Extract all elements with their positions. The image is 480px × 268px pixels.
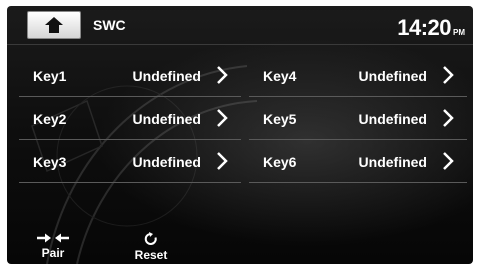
chevron-right-icon (217, 109, 228, 127)
key-row-2[interactable]: Key2 Undefined (19, 97, 241, 140)
pair-label: Pair (41, 246, 65, 260)
key-row-3[interactable]: Key3 Undefined (19, 140, 241, 183)
reset-icon (144, 232, 157, 245)
reset-button[interactable]: Reset (121, 232, 181, 262)
key-value: Undefined (358, 111, 427, 127)
pair-arrows-icon (37, 233, 69, 243)
key-row-1[interactable]: Key1 Undefined (19, 54, 241, 97)
key-label: Key2 (33, 111, 67, 127)
clock-ampm: PM (453, 28, 465, 37)
key-value: Undefined (358, 68, 427, 84)
key-label: Key4 (263, 68, 297, 84)
key-label: Key3 (33, 154, 67, 170)
key-row-4[interactable]: Key4 Undefined (249, 54, 467, 97)
clock: 14:20 PM (397, 15, 465, 41)
key-label: Key6 (263, 154, 297, 170)
swc-screen: SWC 14:20 PM Key1 Undefined Key2 Undefine… (7, 6, 473, 264)
key-row-6[interactable]: Key6 Undefined (249, 140, 467, 183)
key-value: Undefined (132, 154, 201, 170)
key-value: Undefined (358, 154, 427, 170)
clock-time: 14:20 (397, 15, 451, 40)
key-label: Key5 (263, 111, 297, 127)
chevron-right-icon (443, 109, 454, 127)
reset-label: Reset (134, 248, 168, 262)
chevron-right-icon (443, 66, 454, 84)
chevron-right-icon (217, 152, 228, 170)
key-label: Key1 (33, 68, 67, 84)
key-value: Undefined (132, 68, 201, 84)
page-title: SWC (93, 17, 126, 33)
home-button[interactable] (27, 11, 81, 39)
key-value: Undefined (132, 111, 201, 127)
chevron-right-icon (443, 152, 454, 170)
key-row-5[interactable]: Key5 Undefined (249, 97, 467, 140)
pair-button[interactable]: Pair (23, 232, 83, 262)
home-icon (45, 17, 63, 33)
chevron-right-icon (217, 66, 228, 84)
top-bar: SWC 14:20 PM (7, 6, 473, 45)
